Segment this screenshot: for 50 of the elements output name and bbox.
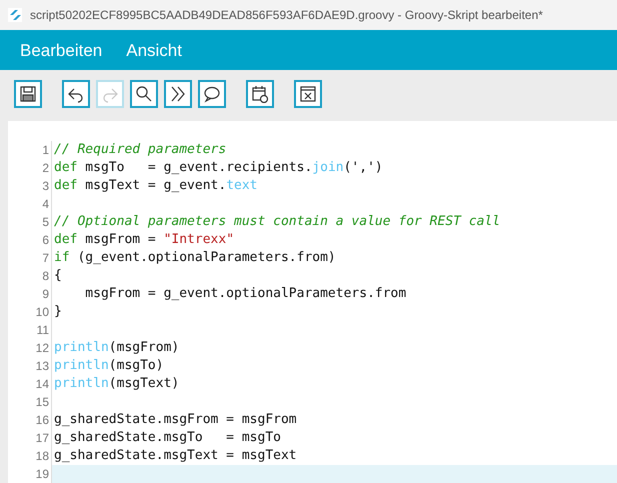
toolbar-button[interactable]	[62, 80, 90, 108]
expand-window-icon	[299, 85, 317, 104]
code-line: g_sharedState.msgFrom = msgFrom	[54, 412, 297, 427]
speech-bubble-icon	[203, 85, 221, 104]
line-number: 12	[8, 339, 52, 357]
code-line: // Required parameters	[54, 142, 226, 157]
line-number: 5	[8, 213, 52, 231]
line-number: 18	[8, 447, 52, 465]
line-number: 6	[8, 231, 52, 249]
toolbar-button[interactable]	[164, 80, 192, 108]
calendar-clock-icon	[251, 85, 269, 104]
line-number: 11	[8, 321, 52, 339]
code-line: println(msgText)	[54, 376, 180, 391]
line-number: 14	[8, 375, 52, 393]
code-line: if (g_event.optionalParameters.from)	[54, 250, 336, 265]
line-number: 1	[8, 141, 52, 159]
line-number: 13	[8, 357, 52, 375]
code-editor[interactable]	[8, 121, 617, 483]
code-line: msgFrom = g_event.optionalParameters.from	[84, 286, 406, 301]
line-number: 15	[8, 393, 52, 411]
toolbar-button[interactable]	[198, 80, 226, 108]
window-title: script50202ECF8995BC5AADB49DEAD856F593AF6DAE9D.groovy - Groovy-Skript bearbeiten*	[30, 7, 543, 24]
code-line: println(msgFrom)	[54, 340, 180, 355]
line-number: 2	[8, 159, 52, 177]
line-number: 8	[8, 267, 52, 285]
line-number: 7	[8, 249, 52, 267]
code-line: def msgTo = g_event.recipients.join(',')	[54, 160, 383, 175]
line-number: 16	[8, 411, 52, 429]
line-number: 3	[8, 177, 52, 195]
double-chevron-icon	[169, 85, 187, 104]
menu-item[interactable]: Ansicht	[126, 38, 182, 64]
app-logo-icon	[8, 8, 22, 22]
code-line: println(msgTo)	[54, 358, 164, 373]
toolbar-button[interactable]	[130, 80, 158, 108]
code-line: def msgText = g_event.text	[54, 178, 258, 193]
menu-item[interactable]: Bearbeiten	[20, 38, 102, 64]
line-number: 10	[8, 303, 52, 321]
search-icon	[135, 85, 153, 104]
toolbar-button[interactable]	[294, 80, 322, 108]
code-line: def msgFrom = "Intrexx"	[54, 232, 234, 247]
line-number: 4	[8, 195, 52, 213]
toolbar-button[interactable]	[246, 80, 274, 108]
code-line: // Optional parameters must contain a value for REST call	[54, 214, 500, 229]
line-number: 17	[8, 429, 52, 447]
toolbar-button[interactable]	[14, 80, 42, 108]
code-line: }	[54, 304, 62, 319]
code-line: g_sharedState.msgText = msgText	[54, 448, 297, 463]
code-line: g_sharedState.msgTo = msgTo	[54, 430, 281, 445]
code-line: {	[54, 268, 62, 283]
line-number: 9	[8, 285, 52, 303]
